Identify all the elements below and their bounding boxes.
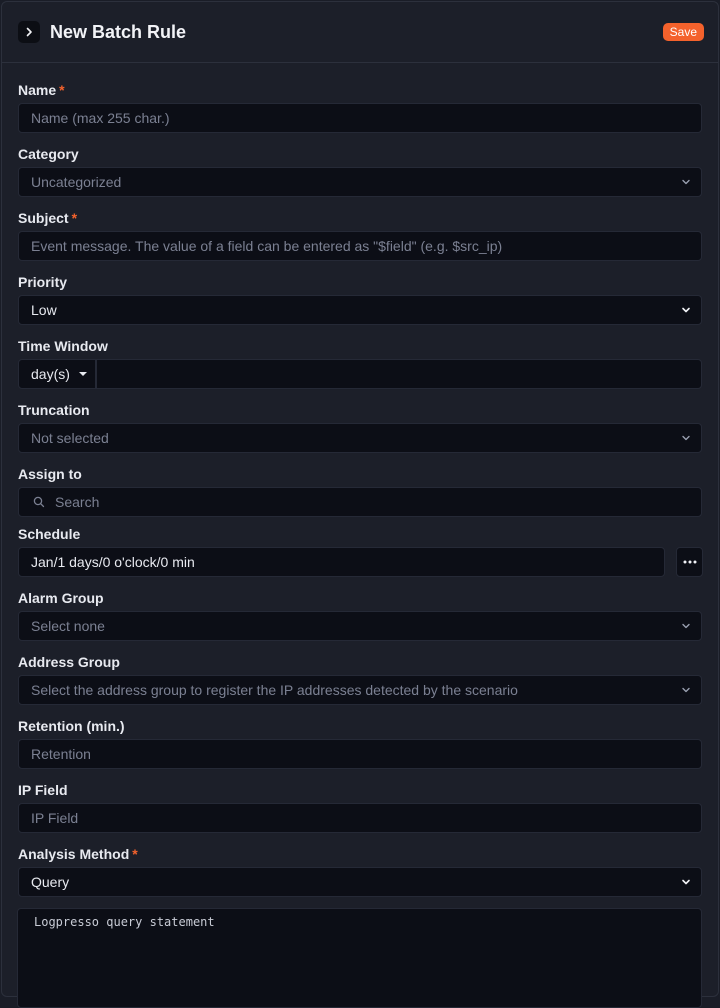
schedule-label: Schedule <box>18 526 81 542</box>
chevron-down-icon <box>682 435 690 441</box>
query-editor[interactable]: Logpresso query statement <box>17 908 702 1008</box>
panel-header: New Batch Rule Save <box>2 2 718 63</box>
priority-select-value: Low <box>31 302 57 318</box>
name-label: Name * <box>18 82 65 98</box>
ip-field-label: IP Field <box>18 782 68 798</box>
chevron-right-icon <box>26 27 32 37</box>
batch-rule-panel: New Batch Rule Save Name * Name (max 255 … <box>1 1 719 997</box>
assign-to-label: Assign to <box>18 466 82 482</box>
address-group-select[interactable]: Select the address group to register the… <box>18 675 702 705</box>
chevron-down-icon <box>682 623 690 629</box>
retention-field-group: Retention (min.) Retention <box>18 702 704 769</box>
assign-to-field-group: Assign to Search <box>18 448 704 517</box>
truncation-select-value: Not selected <box>31 430 109 446</box>
address-group-field-group: Address Group Select the address group t… <box>18 638 704 705</box>
ip-field-input[interactable]: IP Field <box>18 803 702 833</box>
ip-field-field-group: IP Field IP Field <box>18 766 704 833</box>
subject-label: Subject * <box>18 210 78 226</box>
analysis-method-label: Analysis Method * <box>18 846 138 862</box>
subject-field-group: Subject * Event message. The value of a f… <box>18 192 704 261</box>
truncation-label: Truncation <box>18 402 90 418</box>
alarm-group-label: Alarm Group <box>18 590 104 606</box>
analysis-method-field-group: Analysis Method * Query <box>18 830 704 897</box>
required-marker: * <box>59 82 65 98</box>
schedule-more-button[interactable] <box>676 547 703 577</box>
name-field-group: Name * Name (max 255 char.) <box>18 64 704 133</box>
analysis-method-select-value: Query <box>31 874 70 890</box>
alarm-group-select-value: Select none <box>31 618 105 634</box>
priority-field-group: Priority Low <box>18 256 704 325</box>
time-window-field-group: Time Window day(s) <box>18 320 704 389</box>
address-group-label: Address Group <box>18 654 120 670</box>
chevron-down-icon <box>682 879 690 885</box>
caret-down-icon <box>79 372 87 376</box>
alarm-group-field-group: Alarm Group Select none <box>18 574 704 641</box>
page-title: New Batch Rule <box>50 22 187 42</box>
retention-label: Retention (min.) <box>18 718 125 734</box>
more-horizontal-icon <box>683 560 696 564</box>
truncation-field-group: Truncation Not selected <box>18 384 704 453</box>
chevron-down-icon <box>682 307 690 313</box>
chevron-down-icon <box>682 179 690 185</box>
chevron-down-icon <box>682 687 690 693</box>
required-marker: * <box>132 846 138 862</box>
required-marker: * <box>71 210 78 226</box>
assign-to-placeholder: Search <box>55 494 100 510</box>
schedule-field-group: Schedule Jan/1 days/0 o'clock/0 min <box>18 510 704 577</box>
save-button[interactable]: Save <box>662 23 704 41</box>
address-group-select-value: Select the address group to register the… <box>31 682 518 698</box>
schedule-input[interactable]: Jan/1 days/0 o'clock/0 min <box>18 547 665 577</box>
collapse-button[interactable] <box>18 21 40 43</box>
rule-form: Name * Name (max 255 char.) Category Unca… <box>18 64 704 897</box>
category-label: Category <box>18 146 79 162</box>
time-window-unit-value: day(s) <box>31 366 70 382</box>
retention-input[interactable]: Retention <box>18 739 702 769</box>
time-window-label: Time Window <box>18 338 108 354</box>
category-field-group: Category Uncategorized <box>18 128 704 197</box>
priority-label: Priority <box>18 274 68 290</box>
analysis-method-select[interactable]: Query <box>18 867 702 897</box>
search-icon <box>33 496 45 508</box>
category-select-value: Uncategorized <box>31 174 122 190</box>
alarm-group-select[interactable]: Select none <box>18 611 702 641</box>
